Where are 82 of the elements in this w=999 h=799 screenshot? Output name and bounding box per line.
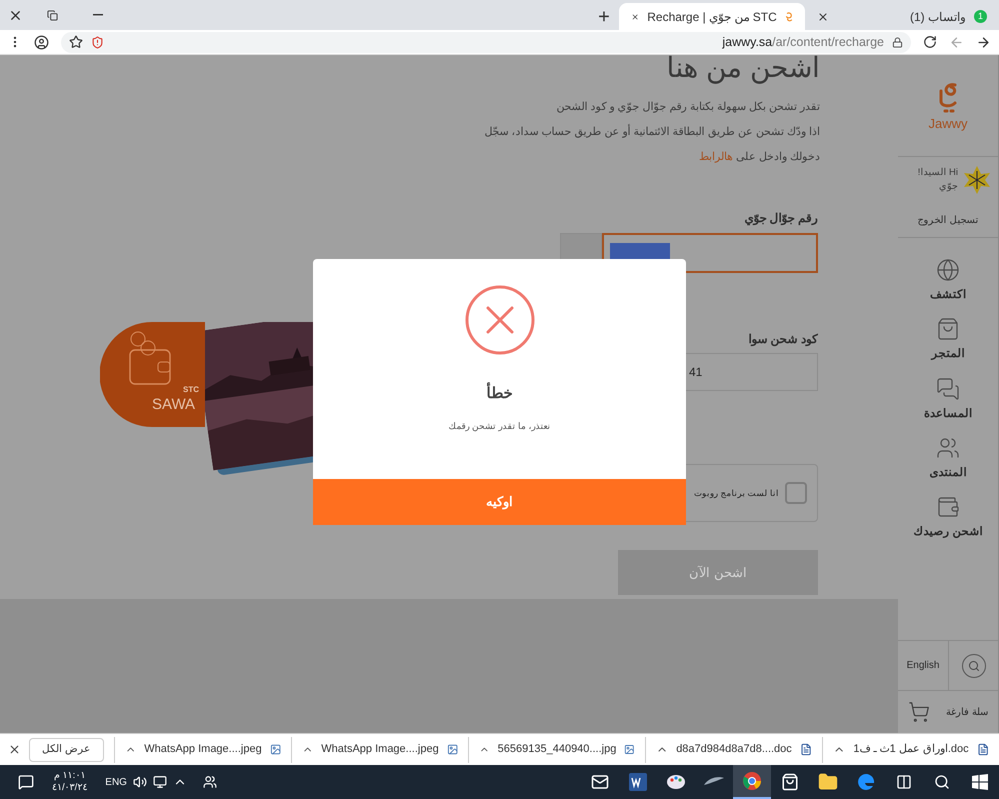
tab-title: (1) واتساب <box>909 8 966 26</box>
dialog-title: خطأ <box>486 383 512 406</box>
file-name: اوراق عمل 1ث ـ ف1.doc <box>853 742 969 758</box>
greeting-text: Hi السيدا! <box>918 166 958 180</box>
nav-item[interactable]: اكتشف <box>930 258 966 304</box>
intro-paragraph: تقدر تشحن بكل سهولة بكتابة رقم جوّال جوّي و كود الشحن اذا ودّك تشحن عن طريق البطاقة الائتمانية أو عن طريق حساب سداد، سجّل دخولك وادخل على هالرابط <box>484 100 820 165</box>
people-icon <box>936 436 960 460</box>
cart-icon[interactable] <box>908 701 930 723</box>
lock-icon <box>892 36 903 48</box>
download-item[interactable]: اوراق عمل 1ث ـ ف1.doc <box>822 736 999 762</box>
document-icon <box>800 743 812 756</box>
document-icon <box>976 743 989 756</box>
windows-icon <box>972 774 988 790</box>
close-tab-icon[interactable] <box>817 10 829 22</box>
store-icon <box>781 773 799 791</box>
brand-small: STC <box>183 384 199 396</box>
browser-tab[interactable]: Recharge | من جوّي STC <box>619 3 805 30</box>
brand-wordmark: Jawwy <box>928 116 968 130</box>
download-item[interactable]: WhatsApp Image....jpeg <box>114 736 291 762</box>
clock-time: ١١:٠١ م <box>54 770 86 782</box>
error-icon <box>464 285 534 355</box>
download-item[interactable]: d8a7d984d8a7d8....doc <box>645 736 822 762</box>
field-label: رقم جوّال جوّي <box>744 210 818 226</box>
notification-icon[interactable] <box>18 774 34 790</box>
nav-item[interactable]: المنتدى <box>930 436 966 482</box>
network-icon[interactable] <box>152 775 167 789</box>
document-app-icon <box>629 773 647 791</box>
tab-title: Recharge | من جوّي STC <box>647 8 777 26</box>
image-file-icon <box>446 743 458 756</box>
site-favicon <box>784 10 793 24</box>
mail-icon <box>591 773 609 791</box>
page-heading: اشحن من هنا <box>666 51 820 85</box>
captcha-checkbox[interactable] <box>785 482 807 504</box>
url-text: jawwy.sa/ar/content/recharge <box>722 34 884 51</box>
cart-label: سلة فارغة <box>946 706 988 720</box>
forward-icon[interactable] <box>976 34 991 50</box>
language-link[interactable]: English <box>906 658 940 673</box>
search-icon <box>934 774 950 790</box>
folder-icon <box>818 772 838 792</box>
search-icon <box>968 660 980 672</box>
search-button[interactable] <box>962 654 986 678</box>
brand-name: SAWA <box>152 395 196 415</box>
field-label: كود شحن سوا <box>748 331 818 347</box>
palette-icon <box>666 773 686 791</box>
chat-icon <box>936 376 960 400</box>
file-name: WhatsApp Image....jpeg <box>321 742 439 758</box>
reload-icon[interactable] <box>923 35 937 49</box>
user-name: جوّي <box>939 180 958 194</box>
new-tab-button[interactable]: + <box>589 3 619 30</box>
file-name: 56569135_440940....jpg <box>498 742 616 758</box>
nav-item[interactable]: اشحن رصيدك <box>913 495 983 542</box>
file-name: WhatsApp Image....jpeg <box>144 742 262 758</box>
code-value: 41 <box>689 364 702 381</box>
download-item[interactable]: WhatsApp Image....jpeg <box>291 736 468 762</box>
show-all-button[interactable]: عرض الكل <box>29 738 104 762</box>
logout-link[interactable]: تسجيل الخروج <box>918 213 978 228</box>
file-name: d8a7d984d8a7d8....doc <box>676 742 792 758</box>
globe-icon <box>936 258 960 282</box>
task-view-icon <box>896 774 912 790</box>
bookmark-star-icon[interactable] <box>69 35 83 49</box>
people-icon[interactable] <box>202 775 217 789</box>
language-indicator[interactable]: ENG <box>105 774 127 790</box>
captcha-label: انا لست برنامج روبوت <box>694 486 779 500</box>
dialog-message: نعتذر، ما تقدر تشحن رقمك <box>448 420 550 433</box>
profile-icon[interactable] <box>34 34 49 50</box>
close-icon[interactable] <box>8 743 21 756</box>
avatar-icon <box>962 165 992 195</box>
nav-item[interactable]: المساعدة <box>924 376 972 423</box>
bag-icon <box>936 317 960 342</box>
browser-icon <box>856 772 876 792</box>
address-field[interactable]: jawwy.sa/ar/content/recharge <box>61 32 911 52</box>
restore-icon <box>47 10 58 20</box>
wallet-icon <box>936 495 960 519</box>
volume-icon[interactable] <box>132 775 147 789</box>
download-item[interactable]: 56569135_440940....jpg <box>468 736 645 762</box>
nav-item[interactable]: المتجر <box>932 317 964 364</box>
blocked-popup-icon[interactable] <box>91 36 104 48</box>
clock-date: ٤١/٠٣/٢٤ <box>52 782 88 794</box>
minimize-icon <box>92 14 102 16</box>
image-file-icon <box>624 743 635 756</box>
tab-badge: 1 <box>974 10 987 23</box>
image-file-icon <box>270 743 281 756</box>
